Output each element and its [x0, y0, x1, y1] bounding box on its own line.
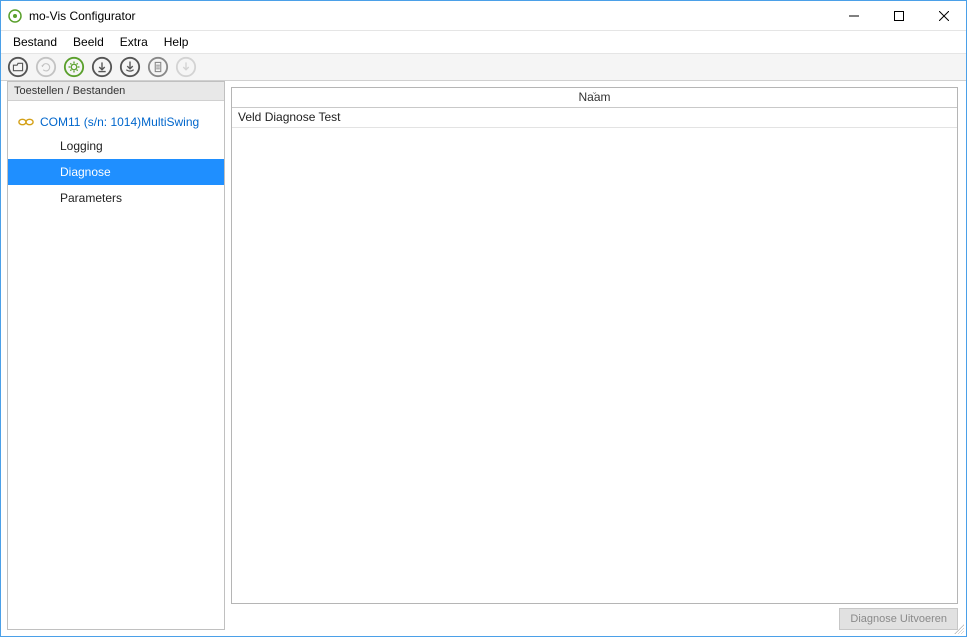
tree-item-logging[interactable]: Logging	[8, 133, 224, 159]
diagnose-execute-button[interactable]: Diagnose Uitvoeren	[839, 608, 958, 630]
app-window: mo-Vis Configurator Bestand Beeld Extra …	[0, 0, 967, 637]
diagnose-grid: ⌄ Naam Veld Diagnose Test	[231, 87, 958, 604]
gear-icon[interactable]	[61, 54, 87, 80]
minimize-button[interactable]	[831, 1, 876, 30]
download-all-icon[interactable]	[117, 54, 143, 80]
menu-help[interactable]: Help	[156, 33, 197, 51]
titlebar: mo-Vis Configurator	[1, 1, 966, 31]
right-panel: ⌄ Naam Veld Diagnose Test Diagnose Uitvo…	[231, 87, 958, 630]
document-icon[interactable]	[145, 54, 171, 80]
grid-cell-naam: Veld Diagnose Test	[232, 108, 957, 127]
toolbar	[1, 53, 966, 81]
tree-item-diagnose[interactable]: Diagnose	[8, 159, 224, 185]
app-icon	[7, 8, 23, 24]
menubar: Bestand Beeld Extra Help	[1, 31, 966, 53]
device-tree: COM11 (s/n: 1014)MultiSwing Logging Diag…	[8, 101, 224, 629]
grid-header[interactable]: ⌄ Naam	[232, 88, 957, 108]
maximize-button[interactable]	[876, 1, 921, 30]
grid-body: Veld Diagnose Test	[232, 108, 957, 603]
window-controls	[831, 1, 966, 30]
sort-indicator-icon: ⌄	[591, 87, 598, 96]
left-panel-header: Toestellen / Bestanden	[8, 82, 224, 101]
menu-bestand[interactable]: Bestand	[5, 33, 65, 51]
link-icon	[18, 117, 34, 127]
tree-item-parameters[interactable]: Parameters	[8, 185, 224, 211]
left-panel: Toestellen / Bestanden COM11 (s/n: 1014)…	[7, 81, 225, 630]
grid-header-naam[interactable]: ⌄ Naam	[232, 88, 957, 107]
bottom-actions: Diagnose Uitvoeren	[231, 604, 958, 630]
title-text: mo-Vis Configurator	[29, 9, 831, 23]
download-disabled-icon	[173, 54, 199, 80]
refresh-icon	[33, 54, 59, 80]
close-button[interactable]	[921, 1, 966, 30]
grid-row[interactable]: Veld Diagnose Test	[232, 108, 957, 128]
download-device-icon[interactable]	[89, 54, 115, 80]
menu-beeld[interactable]: Beeld	[65, 33, 112, 51]
menu-extra[interactable]: Extra	[112, 33, 156, 51]
tree-device-node[interactable]: COM11 (s/n: 1014)MultiSwing	[8, 111, 224, 133]
content-area: Toestellen / Bestanden COM11 (s/n: 1014)…	[1, 81, 966, 636]
resize-grip-icon[interactable]	[950, 620, 964, 634]
open-folder-icon[interactable]	[5, 54, 31, 80]
tree-device-label: COM11 (s/n: 1014)MultiSwing	[40, 115, 199, 129]
